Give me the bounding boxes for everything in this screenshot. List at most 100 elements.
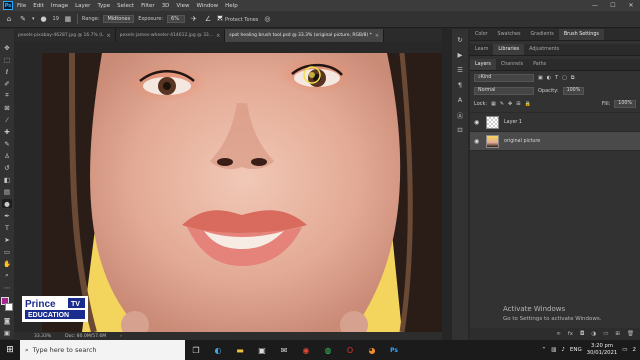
rectangle-icon[interactable]: ▭ [2, 247, 12, 256]
filter-type-icon[interactable]: T [555, 75, 558, 81]
windows-start-icon[interactable]: ⊞ [0, 340, 20, 360]
photoshop-icon[interactable]: Ps [383, 340, 405, 360]
screen-mode-icon[interactable]: ▣ [2, 328, 12, 337]
tab-document-1[interactable]: pexels-pixabay-46287.jpg @ 16.7% (L × [14, 29, 116, 42]
maximize-button[interactable]: ☐ [604, 0, 622, 11]
type-icon[interactable]: T [2, 223, 12, 232]
color-swatches[interactable] [1, 297, 13, 313]
fill-field[interactable]: 100% [614, 99, 636, 108]
trash-icon[interactable]: 🗑 [627, 331, 634, 337]
menu-image[interactable]: Image [51, 3, 68, 9]
background-color-swatch[interactable] [5, 303, 13, 311]
group-icon[interactable]: ▭ [603, 331, 608, 337]
clone-stamp-icon[interactable]: ♙ [2, 151, 12, 160]
menu-window[interactable]: Window [196, 3, 218, 9]
language-indicator[interactable]: ENG [570, 347, 582, 353]
angle-icon[interactable]: ∠ [203, 14, 213, 24]
dodge-icon[interactable]: ● [2, 199, 12, 208]
lock-artboard-icon[interactable]: ⊞ [516, 101, 520, 107]
brush-panel-icon[interactable]: ▦ [63, 14, 73, 24]
opera-icon[interactable]: O [339, 340, 361, 360]
edge-icon[interactable]: ◐ [207, 340, 229, 360]
tab-brush-settings[interactable]: Brush Settings [558, 29, 604, 40]
quick-mask-icon[interactable]: ◙ [2, 316, 12, 325]
zoom-icon[interactable]: ⌕ [2, 271, 12, 280]
lock-pixels-icon[interactable]: ▦ [491, 101, 496, 107]
tab-color[interactable]: Color [470, 29, 493, 40]
fx-icon[interactable]: fx [568, 331, 573, 337]
navigator-icon[interactable]: ⊡ [455, 125, 465, 134]
whatsapp-icon[interactable]: ◍ [317, 340, 339, 360]
filter-smart-icon[interactable]: ⧉ [571, 75, 575, 81]
minimize-button[interactable]: — [586, 0, 604, 11]
task-view-icon[interactable]: ❐ [185, 340, 207, 360]
paragraph-icon[interactable]: ¶ [455, 80, 465, 89]
menu-layer[interactable]: Layer [75, 3, 90, 9]
filter-shape-icon[interactable]: ▢ [562, 75, 567, 81]
actions-icon[interactable]: ▶ [455, 50, 465, 59]
menu-3d[interactable]: 3D [162, 3, 170, 9]
menu-type[interactable]: Type [97, 3, 110, 9]
tab-document-2[interactable]: pexels-james-wheeler-414612.jpg @ 33... × [115, 29, 226, 42]
blend-mode-select[interactable]: Normal [474, 86, 534, 95]
menu-help[interactable]: Help [225, 3, 238, 9]
filter-kind-select[interactable]: ⌕ Kind [474, 73, 534, 82]
tab-layers[interactable]: Layers [470, 59, 496, 70]
layer-name[interactable]: Layer 1 [504, 120, 522, 125]
opacity-field[interactable]: 100% [562, 86, 585, 95]
close-button[interactable]: ✕ [622, 0, 640, 11]
mask-icon[interactable]: ◘ [580, 331, 584, 337]
new-layer-icon[interactable]: ⊞ [615, 331, 620, 337]
file-explorer-icon[interactable]: ▬ [229, 340, 251, 360]
brush-preset-icon[interactable]: ● [39, 14, 49, 24]
filter-adjust-icon[interactable]: ◐ [547, 75, 551, 81]
pen-icon[interactable]: ✒ [2, 211, 12, 220]
range-select[interactable]: Midtones [103, 15, 135, 23]
properties-icon[interactable]: ☰ [455, 65, 465, 74]
airbrush-icon[interactable]: ✈ [189, 14, 199, 24]
layer-row-layer-1[interactable]: ◉ Layer 1 [470, 113, 640, 132]
tab-libraries[interactable]: Libraries [493, 44, 525, 55]
tab-learn[interactable]: Learn [470, 44, 493, 55]
crop-icon[interactable]: ⌗ [2, 91, 12, 100]
layer-name[interactable]: original picture [504, 139, 540, 144]
lock-paint-icon[interactable]: ✎ [500, 101, 504, 107]
volume-icon[interactable]: ♪ [561, 347, 565, 353]
document-canvas[interactable] [42, 53, 443, 332]
lock-move-icon[interactable]: ✥ [508, 101, 512, 107]
chevron-up-icon[interactable]: ⌃ [542, 347, 547, 353]
hand-icon[interactable]: ✋ [2, 259, 12, 268]
quick-select-icon[interactable]: ✐ [2, 79, 12, 88]
layer-row-original-picture[interactable]: ◉ original picture [470, 132, 640, 151]
sponge-tool-icon[interactable]: ✎ [18, 14, 28, 24]
lock-all-icon[interactable]: 🔒 [524, 101, 530, 107]
chrome-icon[interactable]: ◉ [295, 340, 317, 360]
taskbar-search[interactable]: ⌕ Type here to search [20, 340, 185, 360]
eye-icon[interactable]: ◉ [474, 138, 481, 145]
eyedropper-icon[interactable]: ⁄ [2, 115, 12, 124]
notification-icon[interactable]: ▭ [622, 347, 627, 353]
history-icon[interactable]: ↻ [455, 35, 465, 44]
gradient-icon[interactable]: ▤ [2, 187, 12, 196]
link-icon[interactable]: ∞ [556, 331, 561, 337]
brush-icon[interactable]: ✎ [2, 139, 12, 148]
filter-pixel-icon[interactable]: ▣ [538, 75, 543, 81]
close-icon[interactable]: × [106, 33, 110, 39]
menu-view[interactable]: View [176, 3, 189, 9]
healing-brush-icon[interactable]: ✚ [2, 127, 12, 136]
pressure-icon[interactable]: ◎ [262, 14, 272, 24]
chevron-right-icon[interactable]: › [120, 334, 122, 339]
tab-channels[interactable]: Channels [496, 59, 528, 70]
close-icon[interactable]: × [216, 33, 220, 39]
tab-document-active[interactable]: spot healing brush tool.psd @ 33.3% (ori… [225, 29, 385, 42]
move-icon[interactable]: ✥ [2, 43, 12, 52]
menu-filter[interactable]: Filter [141, 3, 155, 9]
chevron-down-icon[interactable]: ▾ [32, 16, 35, 22]
path-select-icon[interactable]: ➤ [2, 235, 12, 244]
menu-select[interactable]: Select [117, 3, 134, 9]
store-icon[interactable]: ▣ [251, 340, 273, 360]
tab-adjustments[interactable]: Adjustments [524, 44, 564, 55]
mail-icon[interactable]: ✉ [273, 340, 295, 360]
protect-tones-checkbox[interactable]: Protect Tones [217, 15, 258, 23]
exposure-field[interactable]: 6% [167, 15, 186, 23]
